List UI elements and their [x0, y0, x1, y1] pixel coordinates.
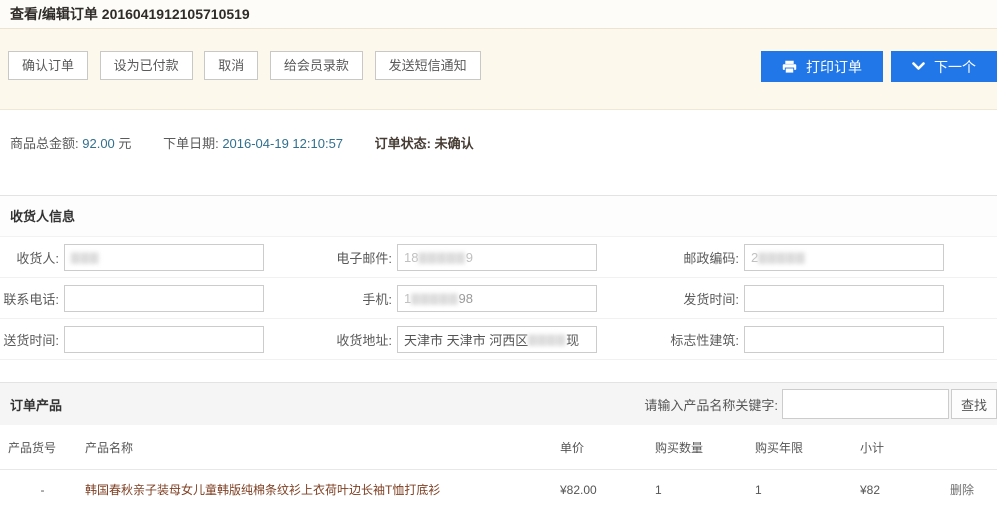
redacted-value: ▇▇▇▇▇: [411, 292, 458, 305]
date-value: 2016-04-19 12:10:57: [222, 136, 343, 151]
set-paid-button[interactable]: 设为已付款: [100, 51, 193, 80]
recipient-name-input[interactable]: ▇▇▇: [64, 244, 264, 271]
cancel-button[interactable]: 取消: [204, 51, 258, 80]
landmark-input[interactable]: [744, 326, 944, 353]
product-subtotal: ¥82: [860, 483, 950, 497]
delivery-time-label: 送货时间:: [0, 330, 64, 349]
mobile-label: 手机:: [320, 289, 397, 308]
address-label: 收货地址:: [320, 330, 397, 349]
recipient-section-header: 收货人信息: [0, 195, 997, 237]
status-label: 订单状态:: [375, 136, 431, 151]
redacted-value: ▇▇▇▇▇: [418, 251, 465, 264]
field-delivery-time: 送货时间:: [0, 319, 320, 359]
email-label: 电子邮件:: [320, 248, 397, 267]
field-email: 电子邮件: 18▇▇▇▇▇9: [320, 237, 660, 277]
form-row-2: 联系电话: 手机: 1▇▇▇▇▇98 发货时间:: [0, 278, 997, 319]
field-landmark: 标志性建筑:: [660, 319, 997, 359]
status-value: 未确认: [435, 136, 474, 151]
ship-time-label: 发货时间:: [660, 289, 744, 308]
next-order-label: 下一个: [934, 57, 976, 77]
field-ship-time: 发货时间:: [660, 278, 997, 318]
product-price: ¥82.00: [560, 483, 655, 497]
print-order-label: 打印订单: [806, 57, 862, 77]
order-date: 下单日期: 2016-04-19 12:10:57: [163, 136, 343, 151]
col-sku: 产品货号: [0, 439, 85, 456]
products-section-header: 订单产品 请输入产品名称关键字: 查找: [0, 382, 997, 425]
next-order-button[interactable]: 下一个: [891, 51, 997, 82]
product-qty: 1: [655, 483, 755, 497]
zip-label: 邮政编码:: [660, 248, 744, 267]
field-mobile: 手机: 1▇▇▇▇▇98: [320, 278, 660, 318]
redacted-value: ▇▇▇▇▇: [758, 251, 805, 264]
products-section-title: 订单产品: [10, 395, 62, 414]
ship-time-input[interactable]: [744, 285, 944, 312]
product-search: 请输入产品名称关键字: 查找: [644, 389, 997, 419]
delivery-time-input[interactable]: [64, 326, 264, 353]
col-subtotal: 小计: [860, 439, 950, 456]
chevron-down-icon: [912, 62, 925, 71]
product-sku: -: [0, 483, 85, 497]
date-label: 下单日期:: [163, 136, 219, 151]
form-row-1: 收货人: ▇▇▇ 电子邮件: 18▇▇▇▇▇9 邮政编码: 2▇▇▇▇▇: [0, 237, 997, 278]
recipient-name-label: 收货人:: [0, 248, 64, 267]
col-price: 单价: [560, 439, 655, 456]
delete-product-link[interactable]: 删除: [950, 481, 997, 498]
printer-icon: [782, 60, 797, 74]
product-search-input[interactable]: [782, 389, 949, 419]
print-order-button[interactable]: 打印订单: [761, 51, 883, 82]
product-name-link[interactable]: 韩国春秋亲子装母女儿童韩版纯棉条纹衫上衣荷叶边长袖T恤打底衫: [85, 481, 560, 498]
table-header-row: 产品货号 产品名称 单价 购买数量 购买年限 小计: [0, 425, 997, 470]
amount-label: 商品总金额:: [10, 136, 79, 151]
product-search-button[interactable]: 查找: [951, 389, 997, 419]
col-name: 产品名称: [85, 439, 560, 456]
amount-unit: 元: [118, 136, 131, 151]
table-row: - 韩国春秋亲子装母女儿童韩版纯棉条纹衫上衣荷叶边长袖T恤打底衫 ¥82.00 …: [0, 470, 997, 509]
spacer: [0, 360, 997, 382]
field-recipient-name: 收货人: ▇▇▇: [0, 237, 320, 277]
product-search-label: 请输入产品名称关键字:: [644, 395, 778, 414]
landmark-label: 标志性建筑:: [660, 330, 744, 349]
confirm-order-button[interactable]: 确认订单: [8, 51, 88, 80]
tel-label: 联系电话:: [0, 289, 64, 308]
record-member-payment-button[interactable]: 给会员录款: [270, 51, 363, 80]
redacted-value: ▇▇▇▇: [528, 333, 566, 346]
redacted-value: ▇▇▇: [71, 251, 99, 264]
col-years: 购买年限: [755, 439, 860, 456]
order-edit-page: 查看/编辑订单 2016041912105710519 确认订单 设为已付款 取…: [0, 0, 997, 509]
mobile-input[interactable]: 1▇▇▇▇▇98: [397, 285, 597, 312]
toolbar: 确认订单 设为已付款 取消 给会员录款 发送短信通知 打印订单: [0, 29, 997, 110]
form-row-3: 送货时间: 收货地址: 天津市 天津市 河西区▇▇▇▇现 标志性建筑:: [0, 319, 997, 360]
products-table: 产品货号 产品名称 单价 购买数量 购买年限 小计 - 韩国春秋亲子装母女儿童韩…: [0, 425, 997, 509]
order-summary: 商品总金额: 92.00 元 下单日期: 2016-04-19 12:10:57…: [0, 110, 997, 195]
recipient-form: 收货人: ▇▇▇ 电子邮件: 18▇▇▇▇▇9 邮政编码: 2▇▇▇▇▇ 联系电…: [0, 237, 997, 360]
order-status-badge: 订单状态: 未确认: [375, 136, 474, 151]
tel-input[interactable]: [64, 285, 264, 312]
email-input[interactable]: 18▇▇▇▇▇9: [397, 244, 597, 271]
amount-value: 92.00: [82, 136, 115, 151]
field-address: 收货地址: 天津市 天津市 河西区▇▇▇▇现: [320, 319, 660, 359]
toolbar-right: 打印订单 下一个: [753, 51, 997, 82]
page-title: 查看/编辑订单 2016041912105710519: [0, 0, 997, 29]
zip-input[interactable]: 2▇▇▇▇▇: [744, 244, 944, 271]
address-input[interactable]: 天津市 天津市 河西区▇▇▇▇现: [397, 326, 597, 353]
field-zip: 邮政编码: 2▇▇▇▇▇: [660, 237, 997, 277]
toolbar-left: 确认订单 设为已付款 取消 给会员录款 发送短信通知: [8, 51, 489, 80]
col-qty: 购买数量: [655, 439, 755, 456]
send-sms-button[interactable]: 发送短信通知: [375, 51, 481, 80]
order-amount: 商品总金额: 92.00 元: [10, 136, 131, 151]
product-years: 1: [755, 483, 860, 497]
field-tel: 联系电话:: [0, 278, 320, 318]
